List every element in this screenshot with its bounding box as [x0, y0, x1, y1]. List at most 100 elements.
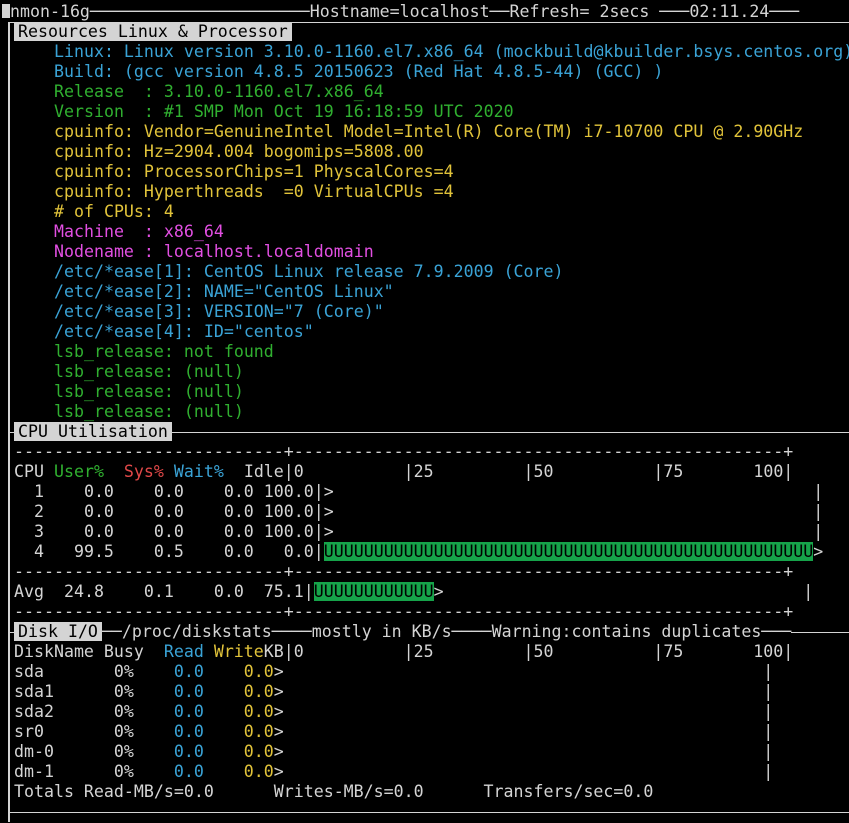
cpu-bar-tail: > |	[323, 522, 824, 541]
disk-read: 0.0	[133, 662, 204, 681]
disk-name: sda	[14, 662, 94, 681]
cpu-ruler-top: ---------------------------+------------…	[14, 442, 794, 461]
disk-bar-tail: > |	[273, 722, 774, 741]
cpu-sys: 0.0	[133, 502, 184, 521]
cpu-col-idle-scale: Idle|0 |25 |50 |75 100|	[243, 462, 794, 481]
cpu-id: 3	[14, 522, 44, 541]
cpu-bar-tail: > |	[323, 482, 824, 501]
lsb-line-2: lsb_release: (null)	[54, 362, 244, 381]
disk-col-scale: KB|0 |25 |50 |75 100|	[263, 642, 794, 661]
cpu-col-sys: Sys%	[123, 462, 164, 481]
disk-write: 0.0	[203, 742, 274, 761]
disk-bar-tail: > |	[273, 762, 774, 781]
version-line: Version : #1 SMP Mon Oct 19 16:18:59 UTC…	[54, 102, 514, 121]
cpu-sys: 0.0	[133, 482, 184, 501]
disk-name: sda1	[14, 682, 94, 701]
hostname: Hostname=localhost	[309, 2, 490, 21]
cpu-section-header: CPU Utilisation	[14, 422, 172, 442]
cpu-ruler-bottom: ---------------------------+------------…	[14, 602, 794, 621]
disk-col-read: Read	[163, 642, 204, 661]
disk-busy: 0%	[93, 742, 134, 761]
cpuinfo-threads-line: cpuinfo: Hyperthreads =0 VirtualCPUs =4	[54, 182, 454, 201]
disk-col-write: Write	[213, 642, 264, 661]
lsb-line-1: lsb_release: not found	[54, 342, 274, 361]
disk-row: sda2 0% 0.0 0.0> |	[14, 702, 773, 722]
disk-busy: 0%	[93, 762, 134, 781]
nodename-line: Nodename : localhost.localdomain	[54, 242, 374, 261]
disk-column-header: DiskName Busy Read WriteKB|0 |25 |50 |75…	[14, 642, 793, 662]
disk-read: 0.0	[133, 762, 204, 781]
cpu-id: 2	[14, 502, 44, 521]
left-frame-border	[8, 22, 10, 822]
clock: 02:11.24	[689, 2, 770, 21]
app-name: nmon-16g	[10, 2, 90, 21]
cpu-avg-usage-bar: UUUUUUUUUUUU	[313, 582, 434, 601]
disk-read: 0.0	[133, 682, 204, 701]
cpu-wait: 0.0	[203, 522, 254, 541]
cpu-column-header: CPU User% Sys% Wait% Idle|0 |25 |50 |75 …	[14, 462, 793, 482]
disk-warning: Warning:contains duplicates	[491, 622, 762, 641]
disk-name: sda2	[14, 702, 94, 721]
disk-read: 0.0	[133, 742, 204, 761]
resources-section-header: Resources Linux & Processor	[14, 22, 292, 42]
disk-units-note: mostly in KB/s	[311, 622, 452, 641]
cpu-sys: 0.0	[133, 522, 184, 541]
disk-bar-tail: > |	[273, 682, 774, 701]
refresh-rate: Refresh= 2secs	[509, 2, 650, 21]
title-bar: nmon-16g──────────────────────Hostname=l…	[10, 2, 800, 21]
disk-write: 0.0	[203, 722, 274, 741]
cpuinfo-hz-line: cpuinfo: Hz=2904.004 bogomips=5808.00	[54, 142, 424, 161]
cpu-idle: 100.0|	[263, 482, 324, 501]
cpu-col-cpu: CPU	[14, 462, 44, 481]
cpu-avg-idle: 75.1|	[253, 582, 314, 601]
cpu-bar-tail: > |	[323, 502, 824, 521]
disk-busy: 0%	[93, 682, 134, 701]
disk-title: Disk I/O	[14, 622, 102, 641]
resources-title: Resources Linux & Processor	[14, 22, 292, 41]
release-line: Release : 3.10.0-1160.el7.x86_64	[54, 82, 384, 101]
cpu-ruler-mid: ---------------------------+------------…	[14, 562, 794, 581]
disk-col-name-busy: DiskName Busy	[14, 642, 144, 661]
cpu-avg-sys: 0.1	[123, 582, 174, 601]
cpu-avg-row: Avg 24.8 0.1 0.0 75.1|UUUUUUUUUUUU> |	[14, 582, 813, 602]
ease1-line: /etc/*ease[1]: CentOS Linux release 7.9.…	[54, 262, 564, 281]
lsb-line-3: lsb_release: (null)	[54, 382, 244, 401]
cpu-user: 0.0	[63, 502, 114, 521]
cpu-idle: 100.0|	[263, 502, 324, 521]
disk-row: dm-1 0% 0.0 0.0> |	[14, 762, 773, 782]
cpu-user: 99.5	[63, 542, 114, 561]
disk-name: dm-0	[14, 742, 94, 761]
cpu-usage-bar: UUUUUUUUUUUUUUUUUUUUUUUUUUUUUUUUUUUUUUUU…	[323, 542, 814, 561]
disk-busy: 0%	[93, 702, 134, 721]
disk-row: sda 0% 0.0 0.0> |	[14, 662, 773, 682]
cpu-row: 4 99.5 0.5 0.0 0.0|UUUUUUUUUUUUUUUUUUUUU…	[14, 542, 823, 562]
cpu-idle: 100.0|	[263, 522, 324, 541]
disk-source-path: /proc/diskstats	[121, 622, 272, 641]
disk-write: 0.0	[203, 702, 274, 721]
disk-name: dm-1	[14, 762, 94, 781]
disk-name: sr0	[14, 722, 94, 741]
cpu-sys: 0.5	[133, 542, 184, 561]
disk-write: 0.0	[203, 682, 274, 701]
cpu-wait: 0.0	[203, 542, 254, 561]
cpu-count-line: # of CPUs: 4	[54, 202, 174, 221]
cpu-avg-user: 24.8	[53, 582, 104, 601]
cpu-avg-bar-tail: > |	[433, 582, 814, 601]
ease2-line: /etc/*ease[2]: NAME="CentOS Linux"	[54, 282, 394, 301]
disk-read: 0.0	[133, 722, 204, 741]
cpu-bar-tail: >	[813, 542, 824, 561]
cpu-wait: 0.0	[203, 502, 254, 521]
cpuinfo-chips-line: cpuinfo: ProcessorChips=1 PhyscalCores=4	[54, 162, 454, 181]
linux-version-line: Linux: Linux version 3.10.0-1160.el7.x86…	[54, 42, 849, 61]
disk-bar-tail: > |	[273, 742, 774, 761]
disk-busy: 0%	[93, 662, 134, 681]
cpuinfo-model-line: cpuinfo: Vendor=GenuineIntel Model=Intel…	[54, 122, 804, 141]
cpu-avg-wait: 0.0	[193, 582, 244, 601]
cpu-avg-label: Avg	[14, 582, 44, 601]
cpu-row: 1 0.0 0.0 0.0 100.0|> |	[14, 482, 823, 502]
cpu-row: 2 0.0 0.0 0.0 100.0|> |	[14, 502, 823, 522]
disk-row: dm-0 0% 0.0 0.0> |	[14, 742, 773, 762]
ease4-line: /etc/*ease[4]: ID="centos"	[54, 322, 314, 341]
disk-busy: 0%	[93, 722, 134, 741]
disk-write: 0.0	[203, 762, 274, 781]
